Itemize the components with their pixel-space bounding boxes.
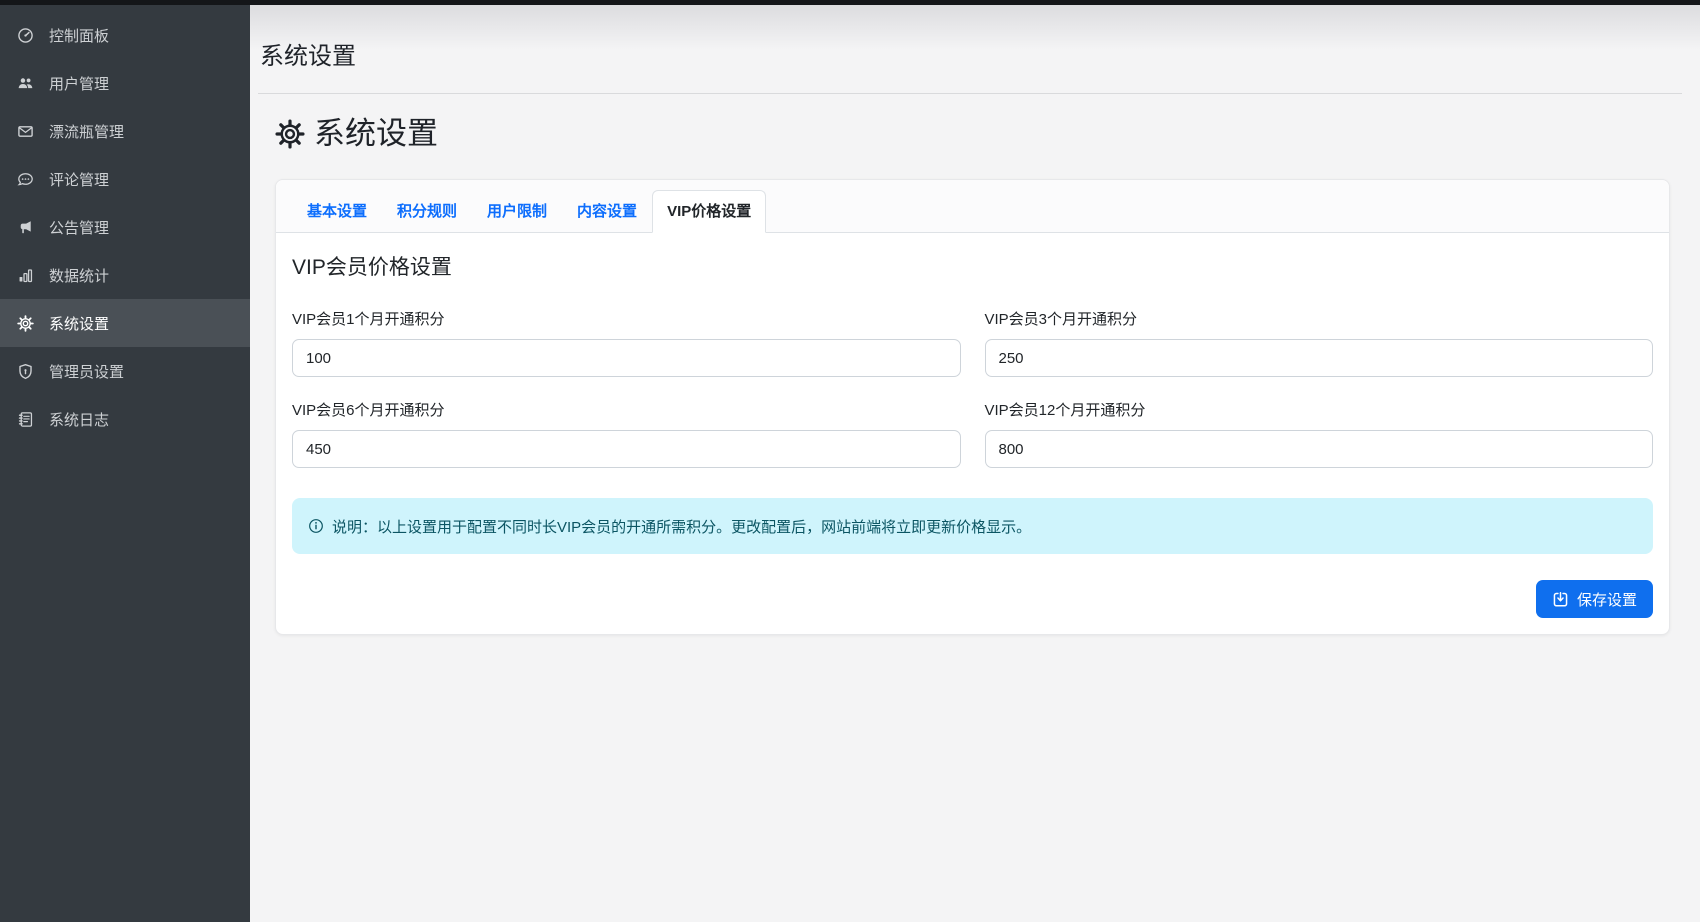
page-title: 系统设置: [260, 42, 1682, 72]
settings-card: 基本设置积分规则用户限制内容设置VIP价格设置 VIP会员价格设置 VIP会员1…: [275, 179, 1670, 635]
info-alert: 说明：以上设置用于配置不同时长VIP会员的开通所需积分。更改配置后，网站前端将立…: [292, 498, 1653, 554]
tab-bar: 基本设置积分规则用户限制内容设置VIP价格设置: [276, 180, 1669, 233]
sidebar-item-label: 评论管理: [49, 169, 109, 190]
sidebar-menu: 控制面板 用户管理 漂流瓶管理 评论管理 公告管理 数据统计 系统设置 管理员设…: [0, 11, 250, 443]
panel-heading: VIP会员价格设置: [292, 251, 1653, 281]
form-field: VIP会员12个月开通积分: [985, 399, 1654, 468]
sidebar-item-label: 漂流瓶管理: [49, 121, 124, 142]
sidebar-item-speedometer[interactable]: 控制面板: [0, 11, 250, 59]
field-label: VIP会员3个月开通积分: [985, 308, 1654, 329]
sidebar-item-journal[interactable]: 系统日志: [0, 395, 250, 443]
vip-price-input-3[interactable]: [985, 430, 1654, 468]
section-title: 系统设置: [275, 115, 1670, 153]
field-label: VIP会员6个月开通积分: [292, 399, 961, 420]
form-field: VIP会员3个月开通积分: [985, 308, 1654, 377]
info-alert-text: 说明：以上设置用于配置不同时长VIP会员的开通所需积分。更改配置后，网站前端将立…: [332, 516, 1031, 537]
vip-price-input-2[interactable]: [292, 430, 961, 468]
sidebar-item-envelope[interactable]: 漂流瓶管理: [0, 107, 250, 155]
tab-1[interactable]: 积分规则: [382, 190, 472, 233]
sidebar-item-label: 系统设置: [49, 313, 109, 334]
vip-price-input-1[interactable]: [985, 339, 1654, 377]
field-label: VIP会员1个月开通积分: [292, 308, 961, 329]
envelope-icon: [17, 123, 34, 140]
save-icon: [1552, 591, 1569, 608]
field-label: VIP会员12个月开通积分: [985, 399, 1654, 420]
sidebar-item-label: 公告管理: [49, 217, 109, 238]
save-settings-button[interactable]: 保存设置: [1536, 580, 1653, 618]
tab-4[interactable]: VIP价格设置: [652, 190, 766, 233]
page-header: 系统设置: [258, 5, 1682, 94]
users-icon: [17, 75, 34, 92]
content: 系统设置 基本设置积分规则用户限制内容设置VIP价格设置 VIP会员价格设置 V…: [250, 115, 1700, 635]
megaphone-icon: [17, 219, 34, 236]
info-icon: [308, 518, 324, 534]
sidebar: 控制面板 用户管理 漂流瓶管理 评论管理 公告管理 数据统计 系统设置 管理员设…: [0, 5, 250, 922]
journal-icon: [17, 411, 34, 428]
gear-icon: [275, 119, 305, 149]
bar-chart-icon: [17, 267, 34, 284]
sidebar-item-megaphone[interactable]: 公告管理: [0, 203, 250, 251]
sidebar-item-label: 用户管理: [49, 73, 109, 94]
fields-grid: VIP会员1个月开通积分 VIP会员3个月开通积分 VIP会员6个月开通积分 V…: [292, 308, 1653, 468]
tab-3[interactable]: 内容设置: [562, 190, 652, 233]
tab-2[interactable]: 用户限制: [472, 190, 562, 233]
top-bar: [0, 0, 1700, 5]
sidebar-item-gear[interactable]: 系统设置: [0, 299, 250, 347]
form-field: VIP会员1个月开通积分: [292, 308, 961, 377]
shield-icon: [17, 363, 34, 380]
sidebar-item-bar-chart[interactable]: 数据统计: [0, 251, 250, 299]
main-area: 系统设置 系统设置 基本设置积分规则用户限制内容设置VIP价格设置 VIP会员价…: [250, 5, 1700, 922]
gear-icon: [17, 315, 34, 332]
actions-row: 保存设置: [292, 580, 1653, 618]
sidebar-item-label: 控制面板: [49, 25, 109, 46]
comment-icon: [17, 171, 34, 188]
sidebar-item-comment[interactable]: 评论管理: [0, 155, 250, 203]
save-button-label: 保存设置: [1577, 589, 1637, 610]
vip-price-panel: VIP会员价格设置 VIP会员1个月开通积分 VIP会员3个月开通积分 VIP会…: [276, 233, 1669, 634]
form-field: VIP会员6个月开通积分: [292, 399, 961, 468]
speedometer-icon: [17, 27, 34, 44]
sidebar-item-label: 数据统计: [49, 265, 109, 286]
sidebar-item-label: 管理员设置: [49, 361, 124, 382]
section-title-text: 系统设置: [314, 115, 438, 153]
sidebar-item-users[interactable]: 用户管理: [0, 59, 250, 107]
vip-price-input-0[interactable]: [292, 339, 961, 377]
tab-0[interactable]: 基本设置: [292, 190, 382, 233]
sidebar-item-label: 系统日志: [49, 409, 109, 430]
sidebar-item-shield[interactable]: 管理员设置: [0, 347, 250, 395]
